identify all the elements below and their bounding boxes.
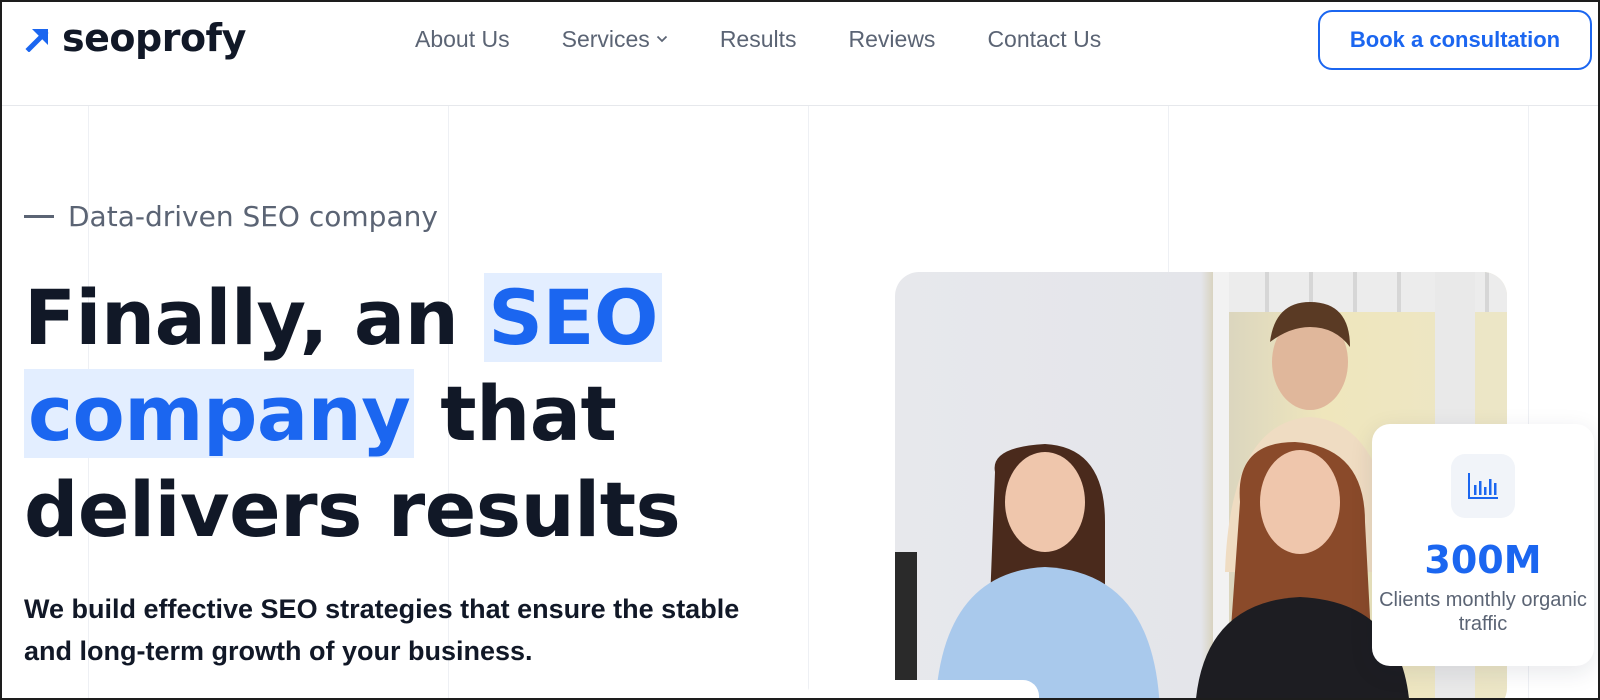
site-header: seoprofy About Us Services Results Revie… — [2, 2, 1598, 106]
hero-subtext: We build effective SEO strategies that e… — [24, 594, 740, 666]
dash-divider — [24, 215, 54, 218]
headline-text: that — [414, 369, 617, 458]
headline-highlight: SEO — [484, 273, 663, 362]
nav-item-label: Reviews — [848, 25, 936, 52]
nav-item-label: Results — [719, 25, 797, 52]
stat-card: 300M Clients monthly organic traffic — [1372, 424, 1594, 666]
nav-item-results[interactable]: Results — [720, 26, 797, 53]
logo-text: seoprofy — [62, 16, 246, 60]
bar-chart-icon — [1468, 473, 1498, 499]
nav-item-label: About Us — [415, 25, 510, 52]
nav-item-contact-us[interactable]: Contact Us — [987, 26, 1101, 53]
logo[interactable]: seoprofy — [24, 16, 246, 60]
headline-highlight: company — [24, 369, 415, 458]
nav-item-reviews[interactable]: Reviews — [849, 26, 936, 53]
arrow-up-right-icon — [25, 29, 49, 52]
eyebrow-text: Data-driven SEO company — [68, 200, 438, 233]
stat-value: 300M — [1424, 538, 1542, 582]
grid-line — [808, 106, 809, 698]
nav-item-services[interactable]: Services — [562, 26, 668, 53]
hero-eyebrow: Data-driven SEO company — [24, 200, 438, 233]
headline-text: Finally, an — [24, 273, 485, 362]
hero-headline: Finally, an SEO company that delivers re… — [24, 270, 724, 558]
nav-item-label: Contact Us — [987, 25, 1102, 52]
nav-item-about-us[interactable]: About Us — [415, 26, 510, 53]
stat-label: Clients monthly organic traffic — [1379, 589, 1587, 635]
chevron-down-icon — [656, 35, 667, 43]
headline-text: delivers results — [24, 465, 681, 554]
book-consultation-button[interactable]: Book a consultation — [1318, 10, 1592, 70]
main-nav: About Us Services Results Reviews Contac… — [415, 24, 1153, 54]
stat-icon-container — [1451, 454, 1515, 518]
nav-item-label: Services — [561, 25, 650, 52]
page: seoprofy About Us Services Results Revie… — [0, 0, 1600, 700]
bottom-card-edge — [807, 680, 1039, 698]
